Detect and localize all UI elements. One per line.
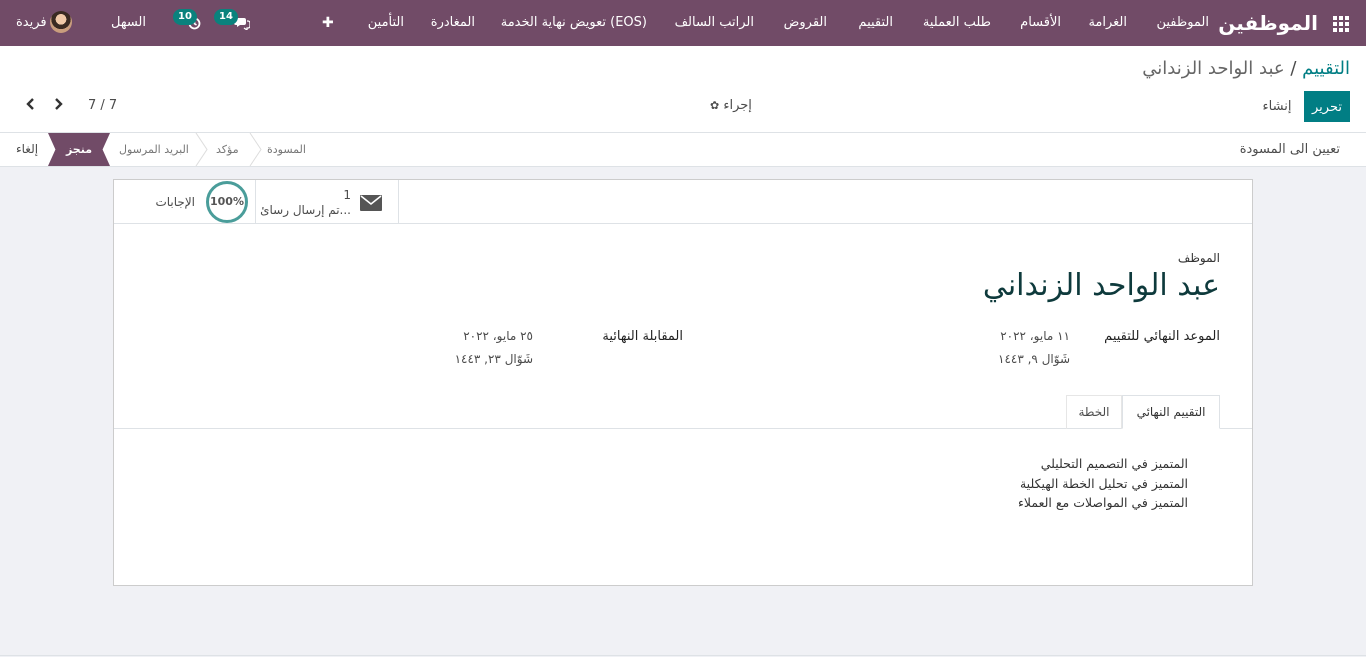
create-button[interactable]: إنشاء (1255, 91, 1299, 122)
pager-previous-button[interactable] (26, 96, 36, 115)
final-interview-value[interactable]: ٢٥ مايو، ٢٠٢٢ (463, 329, 533, 343)
note-line: المتميز في التصميم التحليلي (1040, 456, 1188, 471)
stage-confirmed[interactable]: مؤكد (216, 133, 239, 166)
deadline-hijri: شَوّال ٩, ١٤٤٣ (998, 352, 1070, 366)
note-line: المتميز في تحليل الخطة الهيكلية (1019, 475, 1188, 491)
breadcrumb-current: عبد الواحد الزنداني (1142, 58, 1285, 79)
company-switcher[interactable]: السهل (111, 0, 146, 46)
menu-leave[interactable]: المغادرة (431, 0, 475, 46)
sent-label: تم إرسال رسائ... (260, 203, 351, 217)
sent-messages-button[interactable]: 1 تم إرسال رسائ... (256, 180, 399, 224)
answers-progress: 100% (206, 181, 248, 223)
breadcrumb-parent-link[interactable]: التقييم (1302, 58, 1350, 79)
cancel-button[interactable]: إلغاء (16, 142, 38, 156)
menu-employees[interactable]: الموظفين (1156, 0, 1209, 46)
apps-grid-icon[interactable] (1333, 16, 1349, 32)
menu-salary-advance[interactable]: الراتب السالف (675, 0, 754, 46)
activities-badge: 10 (173, 9, 197, 25)
stage-separator-icon (249, 133, 262, 166)
menu-process-request[interactable]: طلب العملية (923, 0, 991, 46)
stage-done[interactable]: منجز (48, 133, 110, 166)
menu-appraisal[interactable]: التقييم (858, 0, 893, 46)
menu-penalty[interactable]: الغرامة (1088, 0, 1127, 46)
menu-eos[interactable]: تعويض نهاية الخدمة (EOS) (501, 0, 647, 46)
menu-loans[interactable]: القروض (784, 0, 827, 46)
answers-label: الإجابات (155, 195, 195, 209)
deadline-label: الموعد النهائي للتقييم (1104, 329, 1220, 344)
status-bar: تعيين الى المسودة المسودة مؤكد البريد ال… (0, 133, 1366, 167)
app-title[interactable]: الموظفين (1218, 0, 1318, 46)
sent-count: 1 (343, 188, 351, 202)
chevron-left-icon (26, 98, 34, 110)
control-panel: التقييم / عبد الواحد الزنداني تحرير إنشا… (0, 46, 1366, 133)
messages-badge: 14 (214, 9, 238, 25)
answers-button[interactable]: 100% الإجابات (114, 180, 256, 224)
gear-icon: ✿ (710, 99, 720, 112)
notebook-tabs: التقييم النهائي الخطة (114, 395, 1252, 429)
pager-next-button[interactable] (53, 96, 63, 115)
final-interview-label: المقابلة النهائية (602, 329, 683, 344)
pager-value[interactable]: 7 / 7 (88, 98, 117, 113)
smart-button-box: 1 تم إرسال رسائ... 100% الإجابات (114, 180, 1252, 224)
form-sheet: 1 تم إرسال رسائ... 100% الإجابات الموظف … (113, 179, 1253, 586)
employee-name[interactable]: عبد الواحد الزنداني (983, 268, 1220, 303)
note-line: المتميز في المواصلات مع العملاء (1018, 495, 1188, 510)
menu-departments[interactable]: الأقسام (1020, 0, 1061, 46)
user-avatar[interactable] (50, 11, 72, 33)
stage-separator-icon (195, 133, 208, 166)
action-label: إجراء (723, 98, 752, 113)
stage-draft[interactable]: المسودة (267, 133, 306, 166)
deadline-value[interactable]: ١١ مايو، ٢٠٢٢ (1000, 329, 1070, 343)
plus-icon[interactable]: ✚ (322, 0, 334, 46)
chevron-right-icon (55, 98, 63, 110)
user-menu[interactable]: فريدة (16, 0, 47, 46)
reset-to-draft-button[interactable]: تعيين الى المسودة (1240, 142, 1340, 157)
final-evaluation-notes[interactable]: المتميز في التصميم التحليلي المتميز في ت… (1018, 454, 1188, 513)
tab-plan[interactable]: الخطة (1066, 395, 1122, 429)
employee-label: الموظف (1177, 251, 1220, 265)
menu-insurance[interactable]: التأمين (368, 0, 404, 46)
final-interview-hijri: شَوّال ٢٣, ١٤٤٣ (454, 352, 533, 366)
chat-icon[interactable] (234, 0, 251, 46)
tab-final-evaluation[interactable]: التقييم النهائي (1122, 395, 1220, 429)
envelope-icon (360, 195, 382, 211)
breadcrumb-separator: / (1284, 58, 1303, 79)
edit-button[interactable]: تحرير (1304, 91, 1350, 122)
footer-divider (0, 655, 1366, 656)
stage-mail-sent[interactable]: البريد المرسول (119, 133, 189, 166)
action-menu[interactable]: ✿ إجراء (710, 98, 752, 113)
top-navbar: الموظفين الموظفين الغرامة الأقسام طلب ال… (0, 0, 1366, 46)
breadcrumb: التقييم / عبد الواحد الزنداني (1142, 58, 1350, 79)
